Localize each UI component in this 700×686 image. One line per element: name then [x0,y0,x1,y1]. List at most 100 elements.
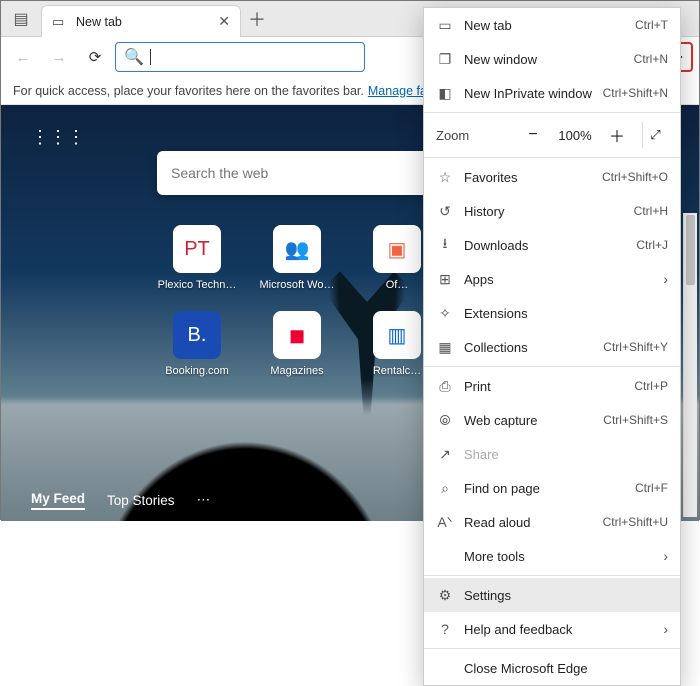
menu-item-extensions[interactable]: ✧ Extensions [424,296,680,330]
menu-item-shortcut: Ctrl+H [634,204,668,218]
back-button[interactable]: ← [7,41,39,73]
menu-item-apps[interactable]: ⊞Apps› [424,262,680,296]
tile-label: Booking.com [165,365,229,377]
menu-item-help-and-feedback[interactable]: ? Help and feedback › [424,612,680,646]
tab-close-icon[interactable]: ✕ [218,13,230,30]
menu-item-shortcut: Ctrl+F [635,481,668,495]
tile-label: Rentalc… [373,365,421,377]
menu-item-new-window[interactable]: ❐ New window Ctrl+N [424,42,680,76]
chevron-right-icon: › [663,271,668,287]
menu-item-favorites[interactable]: ☆ Favorites Ctrl+Shift+O [424,160,680,194]
menu-item-label: Print [464,379,624,394]
menu-item-label: More tools [464,549,653,564]
favorites-hint: For quick access, place your favorites h… [13,84,364,98]
menu-item-collections[interactable]: ▦ Collections Ctrl+Shift+Y [424,330,680,364]
feed-tab-top-stories[interactable]: Top Stories [107,493,175,508]
menu-item-label: Collections [464,340,593,355]
refresh-button[interactable]: ⟳ [79,41,111,73]
menu-item-label: Extensions [464,306,668,321]
menu-item-web-capture[interactable]: ⦾Web captureCtrl+Shift+S [424,403,680,437]
menu-item-history[interactable]: ↺HistoryCtrl+H [424,194,680,228]
chevron-right-icon: › [663,621,668,637]
star-icon: ☆ [436,169,454,186]
caret [150,49,151,65]
print-icon: ⎙ [436,378,454,395]
menu-item-label: Favorites [464,170,592,185]
help-icon: ? [436,621,454,637]
settings-and-more-menu: ▭New tabCtrl+T ❐ New window Ctrl+N ◧ New InPr… [423,7,681,686]
menu-item-label: New InPrivate window [464,86,593,101]
tile-label: Microsoft Wo… [260,279,335,291]
download-icon: ⭳ [436,233,454,257]
share-icon: ↗ [436,446,454,463]
menu-item-new-tab[interactable]: ▭New tabCtrl+T [424,8,680,42]
inprivate-icon: ◧ [436,85,454,102]
feed-tab-my-feed[interactable]: My Feed [31,491,85,510]
menu-item-shortcut: Ctrl+P [634,379,668,393]
zoom-in-button[interactable]: ＋ [604,122,630,148]
menu-item-new-inprivate-window[interactable]: ◧New InPrivate windowCtrl+Shift+N [424,76,680,110]
menu-item-close-microsoft-edge[interactable]: Close Microsoft Edge [424,651,680,685]
history-icon: ↺ [436,203,454,220]
quick-link-tile[interactable]: 👥 Microsoft Wo… [257,225,337,291]
menu-item-read-aloud[interactable]: Aᐠ Read aloud Ctrl+Shift+U [424,505,680,539]
menu-item-label: New window [464,52,624,67]
menu-item-settings[interactable]: ⚙ Settings [424,578,680,612]
zoom-out-button[interactable]: − [520,122,546,148]
search-icon: 🔍 [124,47,144,67]
menu-separator [424,112,680,113]
settings-icon: ⚙ [436,587,454,604]
menu-item-find-on-page[interactable]: ⌕ Find on page Ctrl+F [424,471,680,505]
menu-item-shortcut: Ctrl+T [635,18,668,32]
tile-label: Of… [386,279,409,291]
address-bar[interactable]: 🔍 [115,42,365,72]
menu-separator [424,575,680,576]
menu-item-label: Downloads [464,238,626,253]
menu-separator [424,157,680,158]
tab-actions-button[interactable]: ▤ [1,1,41,36]
menu-item-shortcut: Ctrl+Shift+Y [603,340,668,354]
collections-icon: ▦ [436,339,454,356]
scrollbar-thumb[interactable] [686,215,695,285]
vertical-scrollbar[interactable] [683,213,697,517]
browser-tab[interactable]: ▭ New tab ✕ [41,5,241,37]
menu-item-shortcut: Ctrl+Shift+U [603,515,668,529]
menu-item-label: Share [464,447,668,462]
tile-icon: ◼ [273,311,321,359]
find-icon: ⌕ [436,480,454,497]
menu-item-share: ↗ Share [424,437,680,471]
quick-link-tile[interactable]: ◼Magazines [257,311,337,377]
menu-item-downloads[interactable]: ⭳ Downloads Ctrl+J [424,228,680,262]
zoom-row: Zoom −100% ＋ ⤢ [424,115,680,155]
extensions-icon: ✧ [436,305,454,322]
zoom-value: 100% [554,128,596,143]
feed-more-icon[interactable]: ⋯ [197,492,213,508]
fullscreen-button[interactable]: ⤢ [642,122,668,148]
menu-item-label: Help and feedback [464,622,653,637]
menu-item-shortcut: Ctrl+Shift+O [602,170,668,184]
read-aloud-icon: Aᐠ [436,514,454,531]
menu-item-shortcut: Ctrl+N [634,52,668,66]
quick-link-tile[interactable]: PT Plexico Techn… [157,225,237,291]
new-window-icon: ❐ [436,51,454,68]
ntp-search-placeholder: Search the web [171,165,268,181]
tile-label: Plexico Techn… [158,279,237,291]
tile-icon: PT [173,225,221,273]
chevron-right-icon: › [663,548,668,564]
menu-item-print[interactable]: ⎙ Print Ctrl+P [424,369,680,403]
forward-button[interactable]: → [43,41,75,73]
menu-item-shortcut: Ctrl+J [636,238,668,252]
tile-icon: 👥 [273,225,321,273]
apps-icon: ⊞ [436,271,454,288]
quick-link-tile[interactable]: B. Booking.com [157,311,237,377]
menu-item-label: Find on page [464,481,625,496]
menu-item-more-tools[interactable]: More tools › [424,539,680,573]
new-tab-button[interactable]: ＋ [241,1,273,36]
menu-item-label: Settings [464,588,668,603]
app-launcher-icon[interactable]: ⋮⋮⋮ [31,127,49,145]
tile-icon: B. [173,311,221,359]
menu-item-label: Read aloud [464,515,593,530]
tile-icon: ▥ [373,311,421,359]
zoom-label: Zoom [436,128,488,143]
new-tab-icon: ▭ [436,17,454,34]
